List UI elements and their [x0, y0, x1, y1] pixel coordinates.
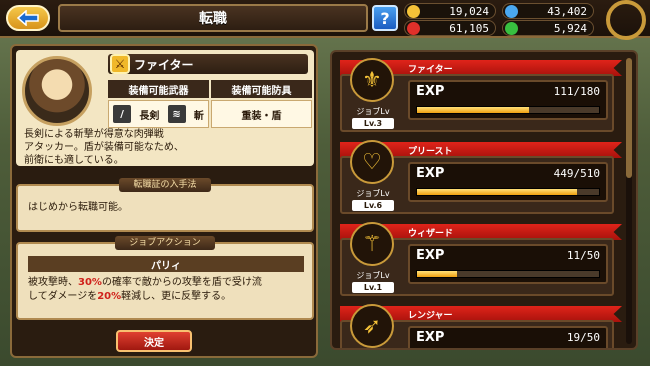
- red-gem-value: 61,105: [449, 21, 489, 35]
- blue-gem-counter: 43,402: [502, 3, 594, 19]
- acquisition-text: はじめから転職可能。: [28, 202, 128, 213]
- sword-emblem-icon: ⚜: [350, 58, 394, 102]
- action-pct-2: 20%: [97, 291, 122, 302]
- arrow-emblem-icon: ➶: [350, 304, 394, 348]
- exp-box: EXP 19/50: [408, 326, 608, 348]
- job-body: ➶ EXP 19/50: [340, 304, 614, 348]
- job-lv-value: Lv.6: [352, 200, 394, 211]
- exp-bar-fill: [417, 271, 458, 277]
- exp-label: EXP: [416, 166, 445, 181]
- top-bar: 転職 ? 19,024 43,402 61,105 5,924: [0, 0, 650, 40]
- heart-emblem-icon: ♡: [350, 140, 394, 184]
- class-header: ⚔ ファイター 装備可能武器 装備可能防具 / 長剣 ≋ 斬 重装・盾 長剣によ…: [16, 50, 314, 166]
- gold-value: 19,024: [449, 4, 489, 18]
- job-action-panel: ジョブアクション パリィ 被攻撃時、30%の確率で敵からの攻撃を盾で受け流 して…: [16, 236, 314, 320]
- exp-bar: [416, 106, 600, 114]
- weapon-1: 長剣: [139, 110, 160, 122]
- job-lv-label: ジョブLv: [356, 271, 390, 280]
- action-text-3: してダメージを: [28, 291, 98, 302]
- acquisition-panel: 転職証の入手法 はじめから転職可能。: [16, 178, 314, 232]
- sword-class-icon: ⚔: [110, 54, 130, 74]
- slash-icon: ≋: [167, 105, 186, 123]
- weapon-cell: / 長剣 ≋ 斬: [108, 100, 209, 128]
- exp-value: 111/180: [553, 85, 600, 98]
- armor-value: 重装・盾: [241, 110, 282, 122]
- green-gem-value: 5,924: [553, 21, 587, 35]
- armor-cell: 重装・盾: [211, 100, 312, 128]
- help-button[interactable]: ?: [372, 5, 398, 31]
- job-card-priest[interactable]: プリースト ♡ ジョブLv Lv.6 EXP 449/510: [340, 140, 622, 214]
- job-action-description: 被攻撃時、30%の確率で敵からの攻撃を盾で受け流 してダメージを20%軽減し、更…: [28, 276, 308, 304]
- class-detail-panel: ⚔ ファイター 装備可能武器 装備可能防具 / 長剣 ≋ 斬 重装・盾 長剣によ…: [10, 44, 318, 358]
- blue-gem-icon: [505, 5, 518, 18]
- job-level: ジョブLv Lv.1: [346, 270, 400, 293]
- action-text-2: の確率で敵からの攻撃を盾で受け流: [101, 277, 262, 288]
- description-line-1: 長剣による斬撃が得意な肉弾戦: [24, 129, 164, 140]
- exp-bar: [416, 188, 600, 196]
- description-line-2: アタッカー。盾が装備可能なため、: [24, 142, 184, 153]
- job-lv-value: Lv.1: [352, 282, 394, 293]
- exp-bar-fill: [417, 189, 578, 195]
- gold-counter: 19,024: [404, 3, 496, 19]
- exp-label: EXP: [416, 84, 445, 99]
- exp-box: EXP 449/510: [408, 162, 608, 202]
- green-gem-counter: 5,924: [502, 20, 594, 36]
- action-text-4: 軽減し、更に反撃する。: [121, 291, 232, 302]
- weapon-header: 装備可能武器: [108, 80, 209, 98]
- job-list[interactable]: ファイター ⚜ ジョブLv Lv.3 EXP 111/180 プリースト ♡ ジ…: [330, 50, 638, 350]
- job-body: ♡ ジョブLv Lv.6 EXP 449/510: [340, 140, 614, 214]
- green-gem-icon: [505, 22, 518, 35]
- scrollbar[interactable]: [626, 58, 632, 344]
- exp-value: 11/50: [566, 249, 600, 262]
- job-action-title: ジョブアクション: [115, 236, 215, 250]
- exp-value: 449/510: [553, 167, 600, 180]
- class-name: ファイター: [108, 54, 308, 74]
- gold-coin-icon: [407, 5, 420, 18]
- job-body: ⚜ ジョブLv Lv.3 EXP 111/180: [340, 58, 614, 132]
- red-gem-counter: 61,105: [404, 20, 496, 36]
- acquisition-title: 転職証の入手法: [119, 178, 211, 192]
- exp-label: EXP: [416, 330, 445, 345]
- exp-bar-fill: [417, 107, 530, 113]
- job-lv-value: Lv.3: [352, 118, 394, 129]
- character-avatar: [22, 56, 92, 126]
- decide-button[interactable]: 決定: [116, 330, 192, 352]
- red-gem-icon: [407, 22, 420, 35]
- job-card-wizard[interactable]: ウィザード ⚚ ジョブLv Lv.1 EXP 11/50: [340, 222, 622, 296]
- longsword-icon: /: [113, 105, 132, 123]
- gear-decoration-icon: [606, 0, 646, 40]
- action-text-1: 被攻撃時、: [28, 277, 78, 288]
- equipment-table: 装備可能武器 装備可能防具 / 長剣 ≋ 斬 重装・盾: [108, 80, 312, 128]
- job-level: ジョブLv Lv.3: [346, 106, 400, 129]
- acquisition-title-wrap: 転職証の入手法: [18, 178, 312, 192]
- job-action-name: パリィ: [28, 256, 304, 272]
- job-lv-label: ジョブLv: [356, 189, 390, 198]
- scrollbar-thumb[interactable]: [626, 58, 632, 178]
- back-button[interactable]: [6, 5, 50, 31]
- job-body: ⚚ ジョブLv Lv.1 EXP 11/50: [340, 222, 614, 296]
- job-lv-label: ジョブLv: [356, 107, 390, 116]
- staff-emblem-icon: ⚚: [350, 222, 394, 266]
- exp-bar: [416, 270, 600, 278]
- exp-value: 19/50: [566, 331, 600, 344]
- page-title: 転職: [58, 4, 368, 32]
- blue-gem-value: 43,402: [547, 4, 587, 18]
- weapon-2: 斬: [193, 110, 204, 122]
- job-card-fighter[interactable]: ファイター ⚜ ジョブLv Lv.3 EXP 111/180: [340, 58, 622, 132]
- description-line-3: 前衛にも適している。: [24, 155, 124, 166]
- arrow-left-icon: [16, 10, 39, 26]
- exp-box: EXP 11/50: [408, 244, 608, 284]
- action-pct-1: 30%: [78, 277, 102, 288]
- job-level: ジョブLv Lv.6: [346, 188, 400, 211]
- class-description: 長剣による斬撃が得意な肉弾戦 アタッカー。盾が装備可能なため、 前衛にも適してい…: [20, 128, 310, 166]
- exp-box: EXP 111/180: [408, 80, 608, 120]
- exp-label: EXP: [416, 248, 445, 263]
- armor-header: 装備可能防具: [211, 80, 312, 98]
- job-action-title-wrap: ジョブアクション: [18, 236, 312, 250]
- job-card-ranger[interactable]: レンジャー ➶ EXP 19/50: [340, 304, 622, 348]
